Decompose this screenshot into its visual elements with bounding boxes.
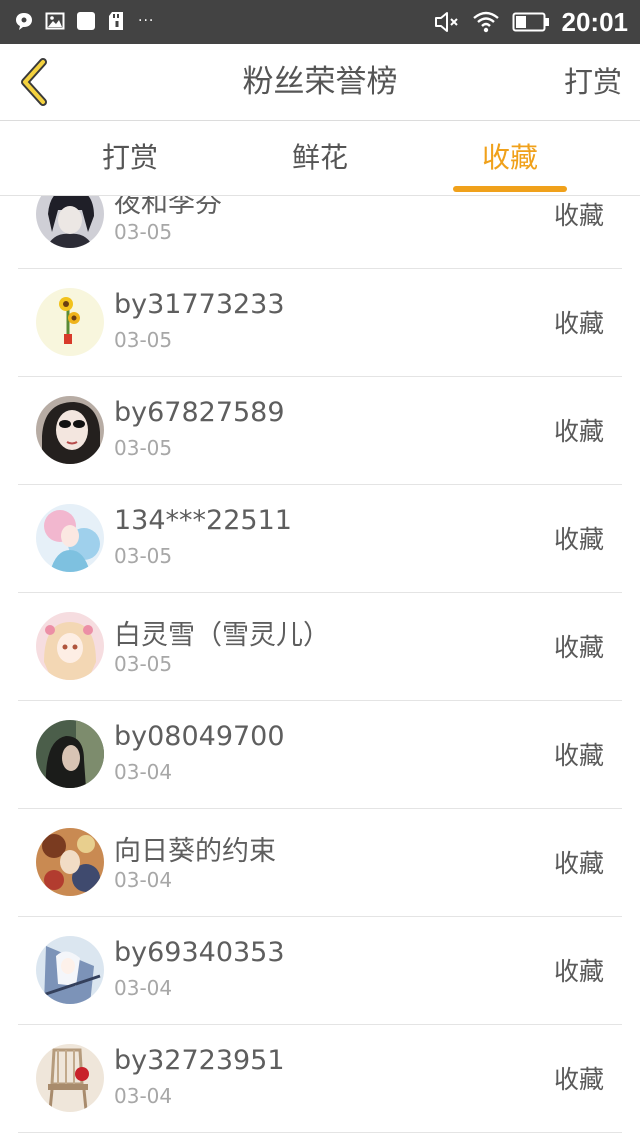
user-name: 向日葵的约束: [114, 836, 276, 867]
reward-button[interactable]: 打赏: [564, 44, 622, 120]
avatar: [36, 288, 104, 356]
action-label: 收藏: [553, 849, 604, 878]
date: 03-05: [114, 544, 173, 568]
action-label: 收藏: [553, 309, 604, 338]
notification-overflow: ···: [138, 13, 155, 29]
status-bar: ··· 20:01: [0, 0, 640, 44]
active-tab-indicator: [453, 186, 567, 192]
status-right-icons: 20:01: [434, 7, 629, 37]
list-item[interactable]: by08049700 03-04 收藏: [18, 700, 622, 809]
date: 03-05: [114, 436, 173, 460]
user-name: 夜和李芬: [114, 196, 222, 219]
tab-favorites-label: 收藏: [481, 141, 538, 174]
app-square-icon: [77, 12, 95, 30]
avatar: [36, 828, 104, 896]
list-item[interactable]: by32723951 03-04 收藏: [18, 1024, 622, 1133]
avatar: [36, 196, 104, 248]
tab-flowers[interactable]: 鲜花: [260, 121, 380, 195]
avatar: [36, 720, 104, 788]
action-label: 收藏: [553, 633, 604, 662]
action-label: 收藏: [553, 1065, 604, 1094]
fan-list: 夜和李芬 03-05 收藏 by31773233 03-05 收藏 by6782…: [0, 196, 640, 1138]
date: 03-04: [114, 868, 173, 892]
list-item[interactable]: by31773233 03-05 收藏: [18, 268, 622, 377]
mute-icon: [434, 12, 458, 32]
user-name: by32723951: [114, 1045, 285, 1076]
avatar: [36, 396, 104, 464]
action-label: 收藏: [553, 741, 604, 770]
list-item[interactable]: 白灵雪（雪灵儿） 03-05 收藏: [18, 592, 622, 701]
action-label: 收藏: [553, 957, 604, 986]
date: 03-05: [114, 220, 173, 244]
avatar: [36, 936, 104, 1004]
chat-bubble-icon: [16, 13, 32, 30]
user-name: by69340353: [114, 937, 285, 968]
avatar: [36, 1044, 104, 1112]
list-item[interactable]: by67827589 03-05 收藏: [18, 376, 622, 485]
user-name: by67827589: [114, 397, 285, 428]
list-item[interactable]: 夜和李芬 03-05 收藏: [18, 196, 622, 269]
avatar: [36, 612, 104, 680]
tab-reward[interactable]: 打赏: [70, 121, 190, 195]
tab-favorites[interactable]: 收藏: [450, 121, 570, 195]
navigation-bar: 粉丝荣誉榜 打赏: [0, 44, 640, 121]
date: 03-04: [114, 760, 173, 784]
avatar: [36, 504, 104, 572]
action-label: 收藏: [553, 417, 604, 446]
user-name: by08049700: [114, 721, 285, 752]
status-left-icons: ···: [14, 11, 154, 31]
clock: 20:01: [561, 7, 629, 37]
page-title: 粉丝荣誉榜: [242, 64, 398, 100]
tab-reward-label: 打赏: [101, 141, 158, 174]
tab-bar: 打赏 鲜花 收藏: [0, 121, 640, 196]
action-label: 收藏: [553, 525, 604, 554]
list-item[interactable]: by69340353 03-04 收藏: [18, 916, 622, 1025]
battery-icon: [512, 12, 549, 32]
image-icon: [45, 12, 65, 30]
wifi-icon: [472, 11, 499, 33]
user-name: by31773233: [114, 289, 285, 320]
date: 03-04: [114, 976, 173, 1000]
action-label: 收藏: [553, 201, 604, 230]
user-name: 134***22511: [114, 505, 292, 536]
list-item[interactable]: 向日葵的约束 03-04 收藏: [18, 808, 622, 917]
list-item[interactable]: 134***22511 03-05 收藏: [18, 484, 622, 593]
user-name: 白灵雪（雪灵儿）: [114, 620, 330, 651]
sd-card-icon: [109, 12, 123, 30]
date: 03-04: [114, 1084, 173, 1108]
tab-flowers-label: 鲜花: [291, 141, 348, 174]
date: 03-05: [114, 652, 173, 676]
date: 03-05: [114, 328, 173, 352]
